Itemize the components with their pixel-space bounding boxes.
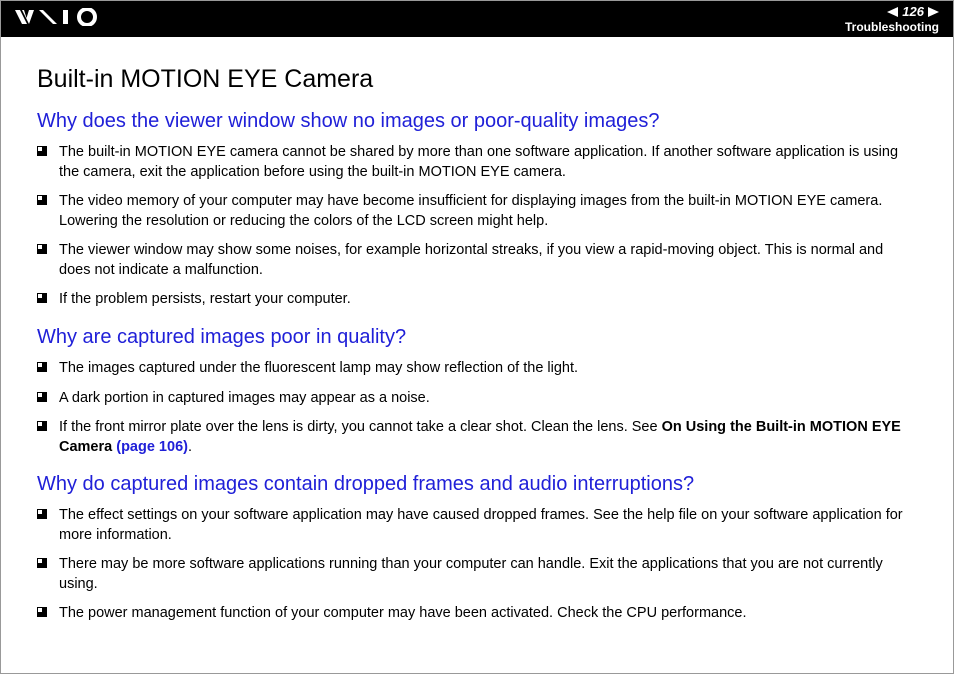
prev-page-arrow-icon[interactable] [887,7,898,17]
bullet-icon [37,607,47,617]
list-text: There may be more software applications … [59,555,917,594]
page-link[interactable]: (page 106) [116,439,188,455]
list-text: A dark portion in captured images may ap… [59,389,430,409]
list-item: The built-in MOTION EYE camera cannot be… [37,143,917,182]
bullet-list: The effect settings on your software app… [37,506,917,624]
section-heading: Why does the viewer window show no image… [37,110,917,133]
bullet-icon [37,509,47,519]
bullet-icon [37,293,47,303]
page-content: Built-in MOTION EYE Camera Why does the … [1,37,953,654]
section-label: Troubleshooting [845,20,939,34]
page-title: Built-in MOTION EYE Camera [37,65,917,94]
bullet-icon [37,244,47,254]
list-text: If the problem persists, restart your co… [59,290,351,310]
bullet-icon [37,558,47,568]
list-item: There may be more software applications … [37,555,917,594]
bullet-list: The images captured under the fluorescen… [37,359,917,457]
vaio-logo [15,8,105,31]
list-item: The video memory of your computer may ha… [37,192,917,231]
list-item: The effect settings on your software app… [37,506,917,545]
bullet-icon [37,362,47,372]
list-item: If the front mirror plate over the lens … [37,418,917,457]
list-text: The viewer window may show some noises, … [59,241,917,280]
bullet-icon [37,392,47,402]
list-item: The images captured under the fluorescen… [37,359,917,379]
list-text: If the front mirror plate over the lens … [59,418,917,457]
page-number: 126 [902,4,924,19]
page-navigation: 126 [887,4,939,19]
list-text: The power management function of your co… [59,604,747,624]
page-header: 126 Troubleshooting [1,1,953,37]
bullet-icon [37,421,47,431]
list-text: The video memory of your computer may ha… [59,192,917,231]
list-item: The power management function of your co… [37,604,917,624]
list-text: The images captured under the fluorescen… [59,359,578,379]
list-item: If the problem persists, restart your co… [37,290,917,310]
section-heading: Why do captured images contain dropped f… [37,473,917,496]
list-item: The viewer window may show some noises, … [37,241,917,280]
bullet-icon [37,146,47,156]
list-item: A dark portion in captured images may ap… [37,389,917,409]
next-page-arrow-icon[interactable] [928,7,939,17]
bullet-list: The built-in MOTION EYE camera cannot be… [37,143,917,310]
list-text: The built-in MOTION EYE camera cannot be… [59,143,917,182]
bullet-icon [37,195,47,205]
section-heading: Why are captured images poor in quality? [37,326,917,349]
list-text: The effect settings on your software app… [59,506,917,545]
